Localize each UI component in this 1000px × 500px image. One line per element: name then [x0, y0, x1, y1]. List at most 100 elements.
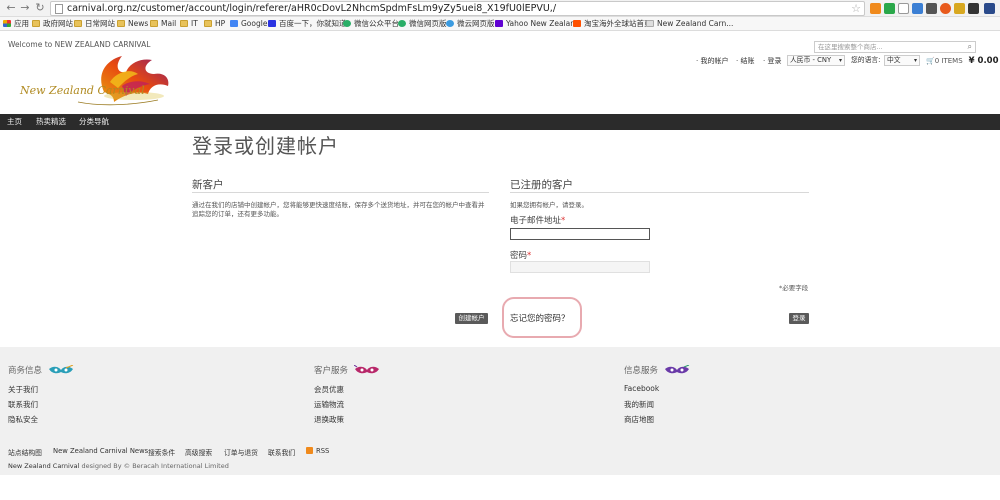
currency-select[interactable]: 人民币 - CNY ▾: [787, 55, 845, 66]
nav-categories[interactable]: 分类导航: [79, 114, 109, 130]
forward-arrow-icon[interactable]: →: [18, 1, 32, 15]
translate-extension-icon[interactable]: [954, 3, 965, 14]
email-field[interactable]: [510, 228, 650, 240]
reload-icon[interactable]: ↻: [33, 1, 47, 15]
cart-total: ¥ 0.00: [968, 56, 999, 66]
bookmark-carnival[interactable]: New Zealand Carn...: [646, 17, 733, 31]
browser-toolbar: ← → ↻ carnival.org.nz/customer/account/l…: [0, 0, 1000, 17]
bookmark-folder[interactable]: News: [117, 17, 148, 31]
footer-link-rss[interactable]: RSS: [306, 447, 329, 455]
registered-customer-heading: 已注册的客户: [510, 177, 809, 193]
screenshot-extension-icon[interactable]: [912, 3, 923, 14]
cart-summary[interactable]: 🛒0 ITEMS ¥ 0.00: [926, 55, 999, 68]
footer-link-shipping[interactable]: 运输物流: [314, 399, 344, 410]
footer-heading-customer-service: 客户服务: [314, 364, 380, 376]
my-account-link[interactable]: · 我的帐户: [696, 55, 728, 67]
bookmark-folder[interactable]: HP: [204, 17, 225, 31]
welcome-message: Welcome to NEW ZEALAND CARNIVAL: [8, 40, 151, 49]
footer-link-privacy[interactable]: 隐私安全: [8, 414, 38, 425]
footer-link-contact-us[interactable]: 联系我们: [268, 447, 295, 457]
currency-value: 人民币 - CNY: [790, 56, 832, 64]
back-arrow-icon[interactable]: ←: [4, 1, 18, 15]
wechat-icon: [398, 20, 406, 27]
bookmark-weiyun[interactable]: 微云网页版: [446, 17, 495, 31]
address-bar-url[interactable]: carnival.org.nz/customer/account/login/r…: [67, 2, 556, 15]
language-select[interactable]: 中文 ▾: [884, 55, 920, 66]
google-icon: [230, 20, 238, 27]
folder-icon: [32, 20, 40, 27]
new-customer-description: 通过在我们的店铺中创建帐户，您将能够更快速度结账，保存多个送货地址，并可在您的帐…: [192, 201, 485, 218]
cart-items: 0 ITEMS: [934, 57, 963, 65]
carnival-mask-icon: [48, 365, 73, 374]
yahoo-icon: [495, 20, 503, 27]
forgot-password-link[interactable]: 忘记您的密码？: [510, 312, 570, 324]
footer-link-orders-returns[interactable]: 订单与退货: [224, 447, 258, 457]
address-bar[interactable]: carnival.org.nz/customer/account/login/r…: [50, 1, 865, 16]
bookmark-taobao[interactable]: 淘宝海外全球站首页: [573, 17, 652, 31]
footer-heading-info-service: 信息服务: [624, 364, 690, 376]
bookmark-google[interactable]: Google: [230, 17, 267, 31]
logo-text: New Zealand Carnival: [19, 84, 145, 97]
store-search-input[interactable]: 在这里搜索整个商店... ⌕: [814, 41, 976, 53]
login-link[interactable]: · 登录: [763, 55, 781, 67]
bookmark-yahoo[interactable]: Yahoo New Zealand: [495, 17, 580, 31]
language-label: 您的语言:: [851, 56, 881, 64]
registered-customer-description: 如果您拥有帐户，请登录。: [510, 201, 588, 209]
bookmark-folder[interactable]: 日常网站: [74, 17, 115, 31]
footer-link-store-map[interactable]: 商店地图: [624, 414, 654, 425]
download-extension-icon[interactable]: [926, 3, 937, 14]
rss-extension-icon[interactable]: [870, 3, 881, 14]
footer-link-sitemap[interactable]: 站点结构图: [8, 447, 42, 457]
footer-heading-business: 商务信息: [8, 364, 74, 376]
footer-link-facebook[interactable]: Facebook: [624, 384, 659, 393]
bookmark-baidu[interactable]: 百度一下，你就知道: [268, 17, 347, 31]
new-customer-heading: 新客户: [192, 177, 489, 193]
create-account-button[interactable]: 创建帐户: [455, 313, 488, 324]
apps-icon: [3, 20, 11, 27]
password-label: 密码*: [510, 251, 532, 261]
menu-extension-icon[interactable]: [984, 3, 995, 14]
carnival-mask-icon: [353, 365, 379, 374]
footer-link-returns[interactable]: 退换政策: [314, 414, 344, 425]
nav-home[interactable]: 主页: [7, 114, 22, 130]
folder-icon: [74, 20, 82, 27]
bookmark-wechat-web[interactable]: 微信网页版: [398, 17, 447, 31]
taobao-icon: [573, 20, 581, 27]
page-icon: [55, 4, 63, 14]
cart-icon: 🛒: [926, 57, 935, 65]
settings-extension-icon[interactable]: [898, 3, 909, 14]
folder-icon: [180, 20, 188, 27]
footer-link-contact[interactable]: 联系我们: [8, 399, 38, 410]
cloud-extension-icon[interactable]: [968, 3, 979, 14]
bookmark-wechat-mp[interactable]: 微信公众平台: [343, 17, 399, 31]
bookmark-folder[interactable]: Mail: [150, 17, 176, 31]
bookmark-apps[interactable]: 应用: [3, 17, 29, 31]
nav-hot-picks[interactable]: 热卖精选: [36, 114, 66, 130]
baidu-icon: [268, 20, 276, 27]
page-icon: [646, 20, 654, 27]
copyright: New Zealand Carnival designed By © Berac…: [8, 462, 229, 470]
bookmark-star-icon[interactable]: ☆: [851, 2, 861, 15]
wechat-icon: [343, 20, 351, 27]
bookmark-folder[interactable]: IT: [180, 17, 198, 31]
footer-link-my-news[interactable]: 我的新闻: [624, 399, 654, 410]
alert-extension-icon[interactable]: [940, 3, 951, 14]
checkout-link[interactable]: · 结账: [736, 55, 754, 67]
language-value: 中文: [887, 56, 901, 64]
password-field[interactable]: [510, 261, 650, 273]
footer-link-about[interactable]: 关于我们: [8, 384, 38, 395]
folder-icon: [117, 20, 125, 27]
footer-link-search-terms[interactable]: 搜索条件: [148, 447, 175, 457]
footer-link-carnival-news[interactable]: New Zealand Carnival News: [53, 447, 148, 455]
security-extension-icon[interactable]: [884, 3, 895, 14]
footer-link-member-offers[interactable]: 会员优惠: [314, 384, 344, 395]
bookmark-folder[interactable]: 政府网站: [32, 17, 73, 31]
main-navigation: 主页 热卖精选 分类导航: [0, 114, 1000, 130]
login-button[interactable]: 登录: [789, 313, 809, 324]
carnival-mask-icon: [664, 365, 689, 374]
search-icon[interactable]: ⌕: [968, 41, 972, 52]
required-fields-note: *必要字段: [779, 284, 809, 292]
email-label: 电子邮件地址*: [510, 216, 566, 226]
carnival-logo[interactable]: New Zealand Carnival: [18, 52, 178, 110]
footer-link-advanced-search[interactable]: 高级搜索: [185, 447, 212, 457]
